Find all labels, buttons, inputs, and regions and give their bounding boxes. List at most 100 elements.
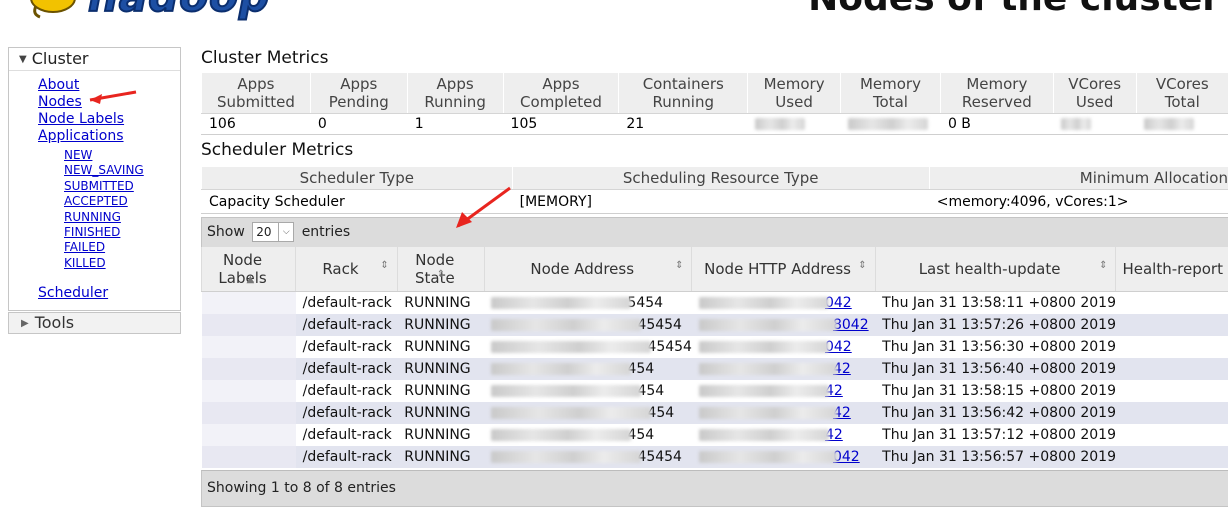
cell-node-labels bbox=[201, 336, 296, 358]
table-row: /default-rack RUNNING 454 42 Thu Jan 31 13:5… bbox=[201, 358, 1228, 380]
redacted-http-address bbox=[698, 407, 837, 419]
cell-health-report bbox=[1115, 402, 1228, 424]
cell-node-http-address: 42 bbox=[691, 358, 876, 380]
cell-node-http-address: 42 bbox=[691, 380, 876, 402]
scheduler-header: Scheduling Resource Type bbox=[511, 167, 930, 190]
nav-tools-header[interactable]: ▶ Tools bbox=[8, 312, 181, 334]
metric-value: 0 B bbox=[939, 113, 1054, 135]
node-http-link[interactable]: 042 bbox=[825, 339, 852, 355]
cell-node-address: 454 bbox=[484, 424, 692, 446]
nav-link-app-state[interactable]: SUBMITTED bbox=[64, 179, 134, 193]
cell-node-address: 45454 bbox=[484, 446, 692, 468]
redacted-address bbox=[491, 341, 652, 353]
column-header-health-report[interactable]: Health-report bbox=[1115, 247, 1228, 292]
redacted-http-address bbox=[698, 451, 837, 463]
node-http-link[interactable]: 042 bbox=[833, 449, 860, 465]
cell-last-health-update: Thu Jan 31 13:58:15 +0800 2019 bbox=[875, 380, 1116, 402]
sort-icon: ▲ bbox=[246, 274, 255, 285]
metric-header: Memory Used bbox=[747, 73, 841, 114]
nav-link-app-state[interactable]: FAILED bbox=[64, 240, 105, 254]
caret-right-icon: ▶ bbox=[21, 318, 29, 329]
cell-last-health-update: Thu Jan 31 13:56:40 +0800 2019 bbox=[875, 358, 1116, 380]
metric-header: VCores Used bbox=[1052, 73, 1137, 114]
page-size-select[interactable]: 20 ⌵ bbox=[252, 222, 295, 242]
page-title: Nodes of the cluster bbox=[808, 0, 1220, 19]
nav-link-app-state[interactable]: RUNNING bbox=[64, 210, 121, 224]
column-header-node-labels[interactable]: Node Labels ▲ bbox=[200, 247, 296, 292]
nav-link-app-state[interactable]: NEW_SAVING bbox=[64, 163, 144, 177]
cell-node-state: RUNNING bbox=[397, 380, 485, 402]
logo-wordmark: hadoop bbox=[87, 0, 270, 22]
redacted-address bbox=[491, 319, 642, 331]
cell-last-health-update: Thu Jan 31 13:57:12 +0800 2019 bbox=[875, 424, 1116, 446]
cell-rack: /default-rack bbox=[295, 314, 398, 336]
cell-node-labels bbox=[201, 291, 296, 314]
hadoop-logo: hadoop bbox=[10, 0, 310, 22]
sort-icon: ⇕ bbox=[380, 260, 389, 271]
redacted-address bbox=[491, 407, 652, 419]
nav-cluster-label: Cluster bbox=[31, 49, 89, 68]
cell-health-report bbox=[1115, 314, 1228, 336]
cell-rack: /default-rack bbox=[295, 424, 398, 446]
nav-tools-label: Tools bbox=[34, 313, 75, 332]
cell-rack: /default-rack bbox=[295, 358, 398, 380]
cell-node-labels bbox=[201, 314, 296, 336]
cluster-metrics-value-row: 106 0 1 105 21 0 B bbox=[201, 113, 1228, 135]
node-http-link[interactable]: 042 bbox=[825, 295, 852, 311]
column-header-node-address[interactable]: Node Address ⇕ bbox=[483, 247, 692, 292]
nav-link-app-state[interactable]: KILLED bbox=[64, 256, 106, 270]
cell-node-address: 5454 bbox=[484, 291, 692, 314]
nav-link-applications[interactable]: Applications bbox=[38, 128, 124, 144]
cell-last-health-update: Thu Jan 31 13:56:42 +0800 2019 bbox=[875, 402, 1116, 424]
nodes-table: Node Labels ▲ Rack ⇕ Node State ⇕ Node Addr… bbox=[200, 247, 1228, 468]
redacted-http-address bbox=[698, 429, 829, 441]
table-row: /default-rack RUNNING 454 42 Thu Jan 31 13:5… bbox=[201, 424, 1228, 446]
cell-node-labels bbox=[201, 424, 296, 446]
nodes-body: /default-rack RUNNING 5454 042 Thu Jan 31 13… bbox=[201, 291, 1228, 468]
metric-header: Apps Submitted bbox=[201, 73, 311, 114]
cell-node-http-address: 042 bbox=[691, 446, 876, 468]
cell-node-state: RUNNING bbox=[397, 336, 485, 358]
table-row: /default-rack RUNNING 5454 042 Thu Jan 31 13… bbox=[201, 291, 1228, 314]
scheduler-value: Capacity Scheduler bbox=[201, 189, 513, 214]
cell-node-state: RUNNING bbox=[397, 358, 485, 380]
nav-link-app-state[interactable]: NEW bbox=[64, 148, 92, 162]
column-header-node-http-address[interactable]: Node HTTP Address ⇕ bbox=[691, 247, 876, 292]
scheduler-metrics-table: Scheduler Type Scheduling Resource Type … bbox=[201, 167, 1228, 214]
entries-label: entries bbox=[301, 224, 351, 240]
nav-link-node-labels[interactable]: Node Labels bbox=[38, 111, 124, 127]
nodes-footer: Showing 1 to 8 of 8 entries bbox=[201, 470, 1228, 507]
cell-node-http-address: 42 bbox=[691, 402, 876, 424]
cell-rack: /default-rack bbox=[295, 336, 398, 358]
metric-value-redacted bbox=[1052, 113, 1137, 135]
nav-link-about[interactable]: About bbox=[38, 77, 79, 93]
nav-link-scheduler[interactable]: Scheduler bbox=[38, 285, 108, 301]
nav-link-app-state[interactable]: FINISHED bbox=[64, 225, 120, 239]
redacted-http-address bbox=[698, 385, 829, 397]
column-header-rack[interactable]: Rack ⇕ bbox=[295, 247, 398, 292]
column-header-last-health-update[interactable]: Last health-update ⇕ bbox=[874, 247, 1116, 292]
metric-value-redacted bbox=[1135, 113, 1228, 135]
metric-header: Apps Running bbox=[406, 73, 504, 114]
cluster-metrics-title: Cluster Metrics bbox=[201, 48, 329, 68]
cell-health-report bbox=[1115, 446, 1228, 468]
nav-link-nodes[interactable]: Nodes bbox=[38, 94, 82, 110]
nav-cluster-header[interactable]: ▼ Cluster bbox=[9, 48, 180, 71]
cell-node-state: RUNNING bbox=[397, 402, 485, 424]
metric-value-redacted bbox=[840, 113, 941, 135]
cell-node-state: RUNNING bbox=[397, 446, 485, 468]
metric-header: Apps Pending bbox=[309, 73, 408, 114]
cell-health-report bbox=[1115, 358, 1228, 380]
table-row: /default-rack RUNNING 454 42 Thu Jan 31 13:5… bbox=[201, 380, 1228, 402]
cell-last-health-update: Thu Jan 31 13:56:57 +0800 2019 bbox=[875, 446, 1116, 468]
sort-icon: ⇕ bbox=[1099, 260, 1108, 271]
nav-link-app-state[interactable]: ACCEPTED bbox=[64, 194, 128, 208]
scheduler-value: [MEMORY] bbox=[511, 189, 930, 214]
column-header-node-state[interactable]: Node State ⇕ bbox=[396, 247, 485, 292]
cell-health-report bbox=[1115, 291, 1228, 314]
cell-rack: /default-rack bbox=[295, 446, 398, 468]
cell-health-report bbox=[1115, 336, 1228, 358]
cell-node-labels bbox=[201, 358, 296, 380]
node-http-link[interactable]: 8042 bbox=[833, 317, 869, 333]
nav-cluster-panel: ▼ Cluster About Nodes Node Labels Applica… bbox=[8, 47, 181, 311]
